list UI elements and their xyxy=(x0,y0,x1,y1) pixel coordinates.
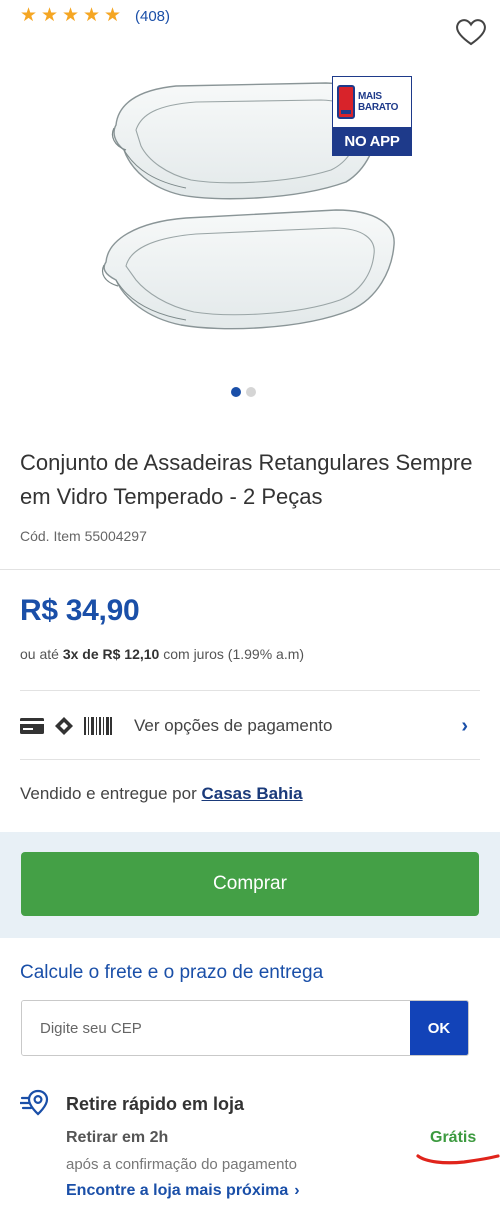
phone-icon xyxy=(337,85,355,119)
divider xyxy=(0,569,500,570)
product-title: Conjunto de Assadeiras Retangulares Semp… xyxy=(20,450,473,509)
chevron-right-icon: › xyxy=(461,715,468,737)
installments-prefix: ou até xyxy=(20,646,59,662)
product-price: R$ 34,90 xyxy=(20,594,140,627)
cep-ok-button[interactable]: OK xyxy=(410,1001,468,1055)
store-pickup-icon xyxy=(20,1089,49,1116)
pickup-time: Retirar em 2h xyxy=(66,1129,169,1146)
star-icon: ★ xyxy=(104,5,122,26)
product-code: Cód. Item 55004297 xyxy=(20,528,147,544)
buy-button[interactable]: Comprar xyxy=(21,852,479,916)
barcode-icon xyxy=(84,717,112,735)
carousel-dot-active[interactable] xyxy=(231,387,241,397)
installments: ou até 3x de R$ 12,10 com juros (1.99% a… xyxy=(20,646,304,662)
favorite-button[interactable] xyxy=(454,16,488,48)
pix-icon xyxy=(55,717,73,735)
seller-info: Vendido e entregue por Casas Bahia xyxy=(20,784,303,804)
payment-options-label: Ver opções de pagamento xyxy=(134,716,333,735)
rating-count[interactable]: (408) xyxy=(135,8,170,25)
heart-outline-icon xyxy=(456,19,486,46)
seller-prefix: Vendido e entregue por xyxy=(20,784,197,803)
freight-title: Calcule o frete e o prazo de entrega xyxy=(20,962,324,983)
buy-area: Comprar xyxy=(0,832,500,938)
chevron-right-icon: › xyxy=(294,1182,300,1199)
app-badge: MAIS BARATO NO APP xyxy=(332,76,412,156)
star-icon: ★ xyxy=(20,5,38,26)
carousel-dot[interactable] xyxy=(246,387,256,397)
star-icon: ★ xyxy=(41,5,59,26)
red-underline-annotation xyxy=(416,1154,500,1165)
divider xyxy=(20,690,480,691)
dish-bottom xyxy=(101,209,395,330)
badge-top: MAIS BARATO xyxy=(333,77,411,127)
pickup-note: após a confirmação do pagamento xyxy=(66,1156,297,1173)
rating[interactable]: ★ ★ ★ ★ ★ (408) xyxy=(20,4,170,28)
divider xyxy=(20,759,480,760)
badge-line2: BARATO xyxy=(358,102,399,113)
pickup-price: Grátis xyxy=(430,1129,477,1146)
badge-bottom: NO APP xyxy=(333,127,411,155)
rating-stars: ★ ★ ★ ★ ★ xyxy=(20,5,123,26)
cep-form: OK xyxy=(21,1000,469,1056)
badge-text: MAIS BARATO xyxy=(358,91,398,113)
installments-suffix: com juros (1.99% a.m) xyxy=(163,646,305,662)
pickup-title: Retire rápido em loja xyxy=(66,1094,245,1114)
star-icon: ★ xyxy=(62,5,80,26)
find-store-link[interactable]: Encontre a loja mais próxima › xyxy=(66,1182,300,1200)
carousel-dots xyxy=(231,387,256,397)
payment-options-row[interactable]: Ver opções de pagamento › xyxy=(20,706,480,746)
seller-link[interactable]: Casas Bahia xyxy=(202,784,303,803)
cep-input[interactable] xyxy=(22,1001,410,1055)
find-store-label: Encontre a loja mais próxima xyxy=(66,1182,289,1199)
badge-line1: MAIS xyxy=(358,91,382,102)
star-icon: ★ xyxy=(83,5,101,26)
payment-icons xyxy=(20,716,112,736)
credit-card-icon xyxy=(20,718,44,734)
installments-amount: 3x de R$ 12,10 xyxy=(62,646,160,662)
